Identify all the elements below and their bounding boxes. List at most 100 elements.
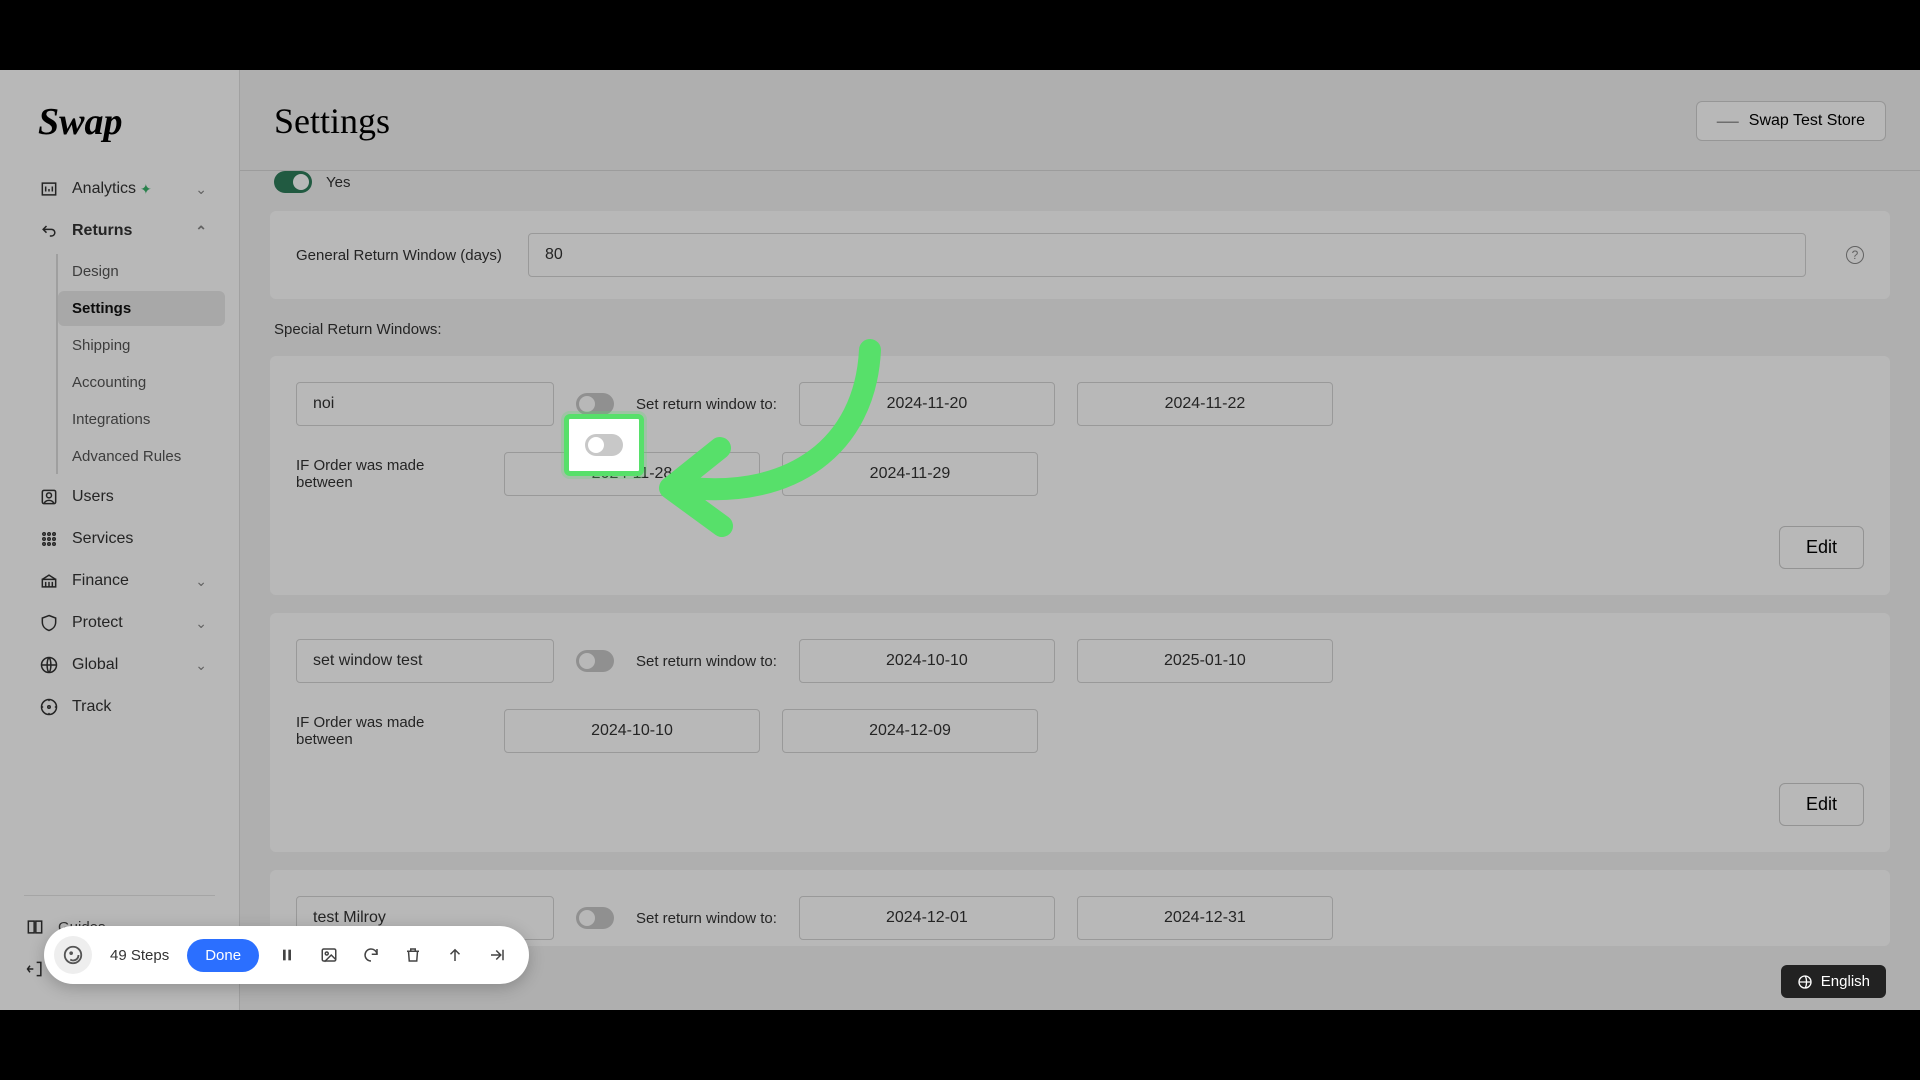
window-name-input[interactable]: set window test: [296, 639, 554, 683]
window-toggle[interactable]: [576, 650, 614, 672]
analytics-icon: [38, 178, 60, 200]
general-return-input[interactable]: 80: [528, 233, 1806, 277]
chevron-down-icon: ⌄: [195, 573, 207, 590]
nav-returns-label: Returns: [72, 222, 132, 240]
highlight-callout: [564, 414, 644, 476]
window-toggle[interactable]: [576, 393, 614, 415]
store-name: Swap Test Store: [1749, 112, 1865, 130]
returns-icon: [38, 220, 60, 242]
window-toggle[interactable]: [576, 907, 614, 929]
nav-protect-label: Protect: [72, 614, 123, 632]
services-icon: [38, 528, 60, 550]
sidebar: Swap Analytics ✦ ⌄ Returns ⌃ Design Sett…: [0, 70, 240, 1010]
primary-nav: Analytics ✦ ⌄ Returns ⌃ Design Settings …: [0, 168, 239, 885]
cond-label: IF Order was made between: [296, 714, 482, 748]
nav-protect[interactable]: Protect ⌄: [0, 602, 233, 644]
set-return-label: Set return window to:: [636, 396, 777, 413]
nav-advanced-rules[interactable]: Advanced Rules: [58, 439, 225, 474]
nav-finance[interactable]: Finance ⌄: [0, 560, 233, 602]
window-name-value: test Milroy: [313, 909, 386, 927]
cond-from[interactable]: 2024-10-10: [504, 709, 760, 753]
highlighted-toggle[interactable]: [585, 434, 623, 456]
chevron-down-icon: ⌄: [195, 657, 207, 674]
chevron-down-icon: ⌄: [195, 615, 207, 632]
done-button[interactable]: Done: [187, 939, 259, 972]
nav-returns[interactable]: Returns ⌃: [0, 210, 233, 252]
cond-to-value: 2024-11-29: [870, 465, 951, 483]
protect-icon: [38, 612, 60, 634]
redo-icon[interactable]: [357, 941, 385, 969]
nav-settings[interactable]: Settings: [58, 291, 225, 326]
prior-setting-peek: Yes: [274, 171, 1890, 193]
set-return-to[interactable]: 2025-01-10: [1077, 639, 1333, 683]
cond-from-value: 2024-10-10: [591, 722, 673, 740]
store-selector[interactable]: — Swap Test Store: [1696, 101, 1886, 141]
pause-icon[interactable]: [273, 941, 301, 969]
nav-returns-subgroup: Design Settings Shipping Accounting Inte…: [56, 254, 233, 474]
general-return-value: 80: [545, 246, 563, 264]
finance-icon: [38, 570, 60, 592]
set-return-label: Set return window to:: [636, 910, 777, 927]
brand-logo: Swap: [0, 70, 239, 168]
globe-icon: [1797, 974, 1813, 990]
globe-icon: [38, 654, 60, 676]
cond-to[interactable]: 2024-12-09: [782, 709, 1038, 753]
page-title: Settings: [274, 100, 390, 142]
recorder-toolbar: 49 Steps Done: [44, 926, 529, 984]
nav-shipping[interactable]: Shipping: [58, 328, 225, 363]
track-icon: [38, 696, 60, 718]
set-return-to[interactable]: 2024-12-31: [1077, 896, 1333, 940]
set-return-from[interactable]: 2024-11-20: [799, 382, 1055, 426]
arrow-up-icon[interactable]: [441, 941, 469, 969]
set-return-to-value: 2024-11-22: [1165, 395, 1246, 413]
edit-button[interactable]: Edit: [1779, 526, 1864, 569]
set-return-from[interactable]: 2024-12-01: [799, 896, 1055, 940]
chevron-down-icon: ⌄: [195, 181, 207, 198]
set-return-label: Set return window to:: [636, 653, 777, 670]
nav-global-label: Global: [72, 656, 118, 674]
nav-services[interactable]: Services: [0, 518, 233, 560]
edit-button[interactable]: Edit: [1779, 783, 1864, 826]
cond-to[interactable]: 2024-11-29: [782, 452, 1038, 496]
special-window-card-1: noi Set return window to: 2024-11-20 202…: [270, 356, 1890, 595]
nav-finance-label: Finance: [72, 572, 129, 590]
nav-integrations[interactable]: Integrations: [58, 402, 225, 437]
nav-users-label: Users: [72, 488, 114, 506]
sparkle-icon: ✦: [140, 181, 152, 198]
cond-label: IF Order was made between: [296, 457, 482, 491]
set-return-from-value: 2024-12-01: [886, 909, 968, 927]
nav-accounting[interactable]: Accounting: [58, 365, 225, 400]
nav-track[interactable]: Track: [0, 686, 233, 728]
language-selector[interactable]: English: [1781, 965, 1886, 998]
nav-global[interactable]: Global ⌄: [0, 644, 233, 686]
logout-icon: [24, 958, 46, 980]
image-icon[interactable]: [315, 941, 343, 969]
set-return-from-value: 2024-10-10: [886, 652, 968, 670]
users-icon: [38, 486, 60, 508]
nav-design[interactable]: Design: [58, 254, 225, 289]
set-return-to-value: 2025-01-10: [1164, 652, 1246, 670]
set-return-to-value: 2024-12-31: [1164, 909, 1246, 927]
cond-to-value: 2024-12-09: [869, 722, 951, 740]
special-windows-label: Special Return Windows:: [274, 321, 1890, 338]
special-window-card-2: set window test Set return window to: 20…: [270, 613, 1890, 852]
language-label: English: [1821, 973, 1870, 990]
prior-toggle[interactable]: [274, 171, 312, 193]
general-return-window-card: General Return Window (days) 80 ?: [270, 211, 1890, 299]
help-icon[interactable]: ?: [1846, 246, 1864, 264]
nav-users[interactable]: Users: [0, 476, 233, 518]
nav-analytics-label: Analytics: [72, 180, 136, 198]
nav-analytics[interactable]: Analytics ✦ ⌄: [0, 168, 233, 210]
general-return-label: General Return Window (days): [296, 247, 506, 264]
arrow-right-to-line-icon[interactable]: [483, 941, 511, 969]
nav-services-label: Services: [72, 530, 133, 548]
set-return-from[interactable]: 2024-10-10: [799, 639, 1055, 683]
chevron-up-icon: ⌃: [195, 223, 207, 240]
step-count: 49 Steps: [110, 947, 169, 964]
nav-track-label: Track: [72, 698, 111, 716]
recorder-avatar-icon[interactable]: [54, 936, 92, 974]
set-return-to[interactable]: 2024-11-22: [1077, 382, 1333, 426]
trash-icon[interactable]: [399, 941, 427, 969]
book-icon: [24, 916, 46, 938]
window-name-input[interactable]: noi: [296, 382, 554, 426]
